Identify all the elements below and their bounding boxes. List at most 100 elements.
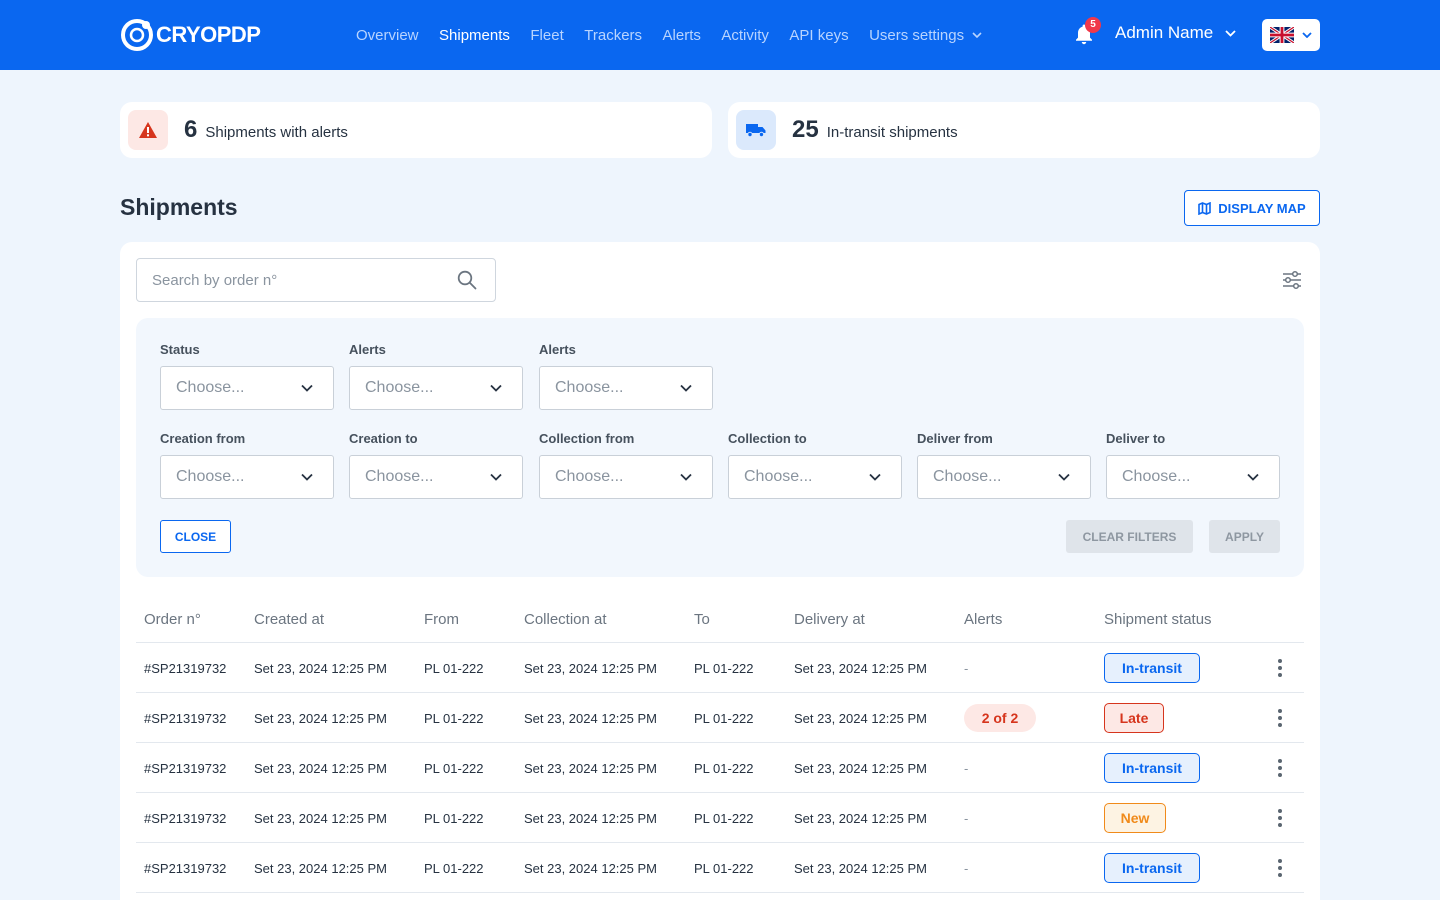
- filter-deliver-from-select[interactable]: Choose...: [917, 455, 1091, 499]
- cell-order[interactable]: #SP21319732: [144, 861, 226, 876]
- cell-order[interactable]: #SP21319732: [144, 761, 226, 776]
- stat-card-alerts: 6 Shipments with alerts: [120, 102, 712, 158]
- filter-alerts-2: Alerts Choose...: [539, 342, 713, 410]
- logo[interactable]: CRYOPDP: [120, 18, 261, 52]
- search-box: [136, 258, 496, 302]
- logo-icon: [121, 19, 153, 51]
- table-row[interactable]: #SP21319732 Set 23, 2024 12:25 PM PL 01-…: [136, 843, 1304, 893]
- nav-item-overview[interactable]: Overview: [356, 27, 419, 44]
- filter-alerts: Alerts Choose...: [349, 342, 523, 410]
- cell-order[interactable]: #SP21319732: [144, 811, 226, 826]
- row-actions-icon[interactable]: [1274, 859, 1286, 877]
- status-badge: In-transit: [1104, 653, 1200, 683]
- chevron-down-icon: [869, 473, 881, 481]
- cell-to: PL 01-222: [694, 761, 754, 776]
- cell-from: PL 01-222: [424, 661, 484, 676]
- row-actions-icon[interactable]: [1274, 659, 1286, 677]
- user-menu[interactable]: Admin Name: [1115, 23, 1236, 43]
- filter-select-value: Choose...: [555, 468, 624, 485]
- clear-filters-button[interactable]: CLEAR FILTERS: [1066, 520, 1193, 553]
- display-map-label: DISPLAY MAP: [1218, 200, 1306, 216]
- row-actions-icon[interactable]: [1274, 759, 1286, 777]
- filter-label: Collection to: [728, 431, 807, 446]
- column-header-order[interactable]: Order n°: [144, 611, 201, 628]
- column-header-from[interactable]: From: [424, 611, 459, 628]
- nav-item-alerts[interactable]: Alerts: [663, 27, 701, 44]
- chevron-down-icon: [972, 32, 982, 38]
- status-badge: In-transit: [1104, 753, 1200, 783]
- language-selector[interactable]: [1262, 19, 1320, 51]
- cell-delivery-at: Set 23, 2024 12:25 PM: [794, 761, 927, 776]
- filter-label: Alerts: [349, 342, 386, 357]
- row-actions-icon[interactable]: [1274, 709, 1286, 727]
- table-row[interactable]: #SP21319732 Set 23, 2024 12:25 PM PL 01-…: [136, 743, 1304, 793]
- filter-alerts-2-select[interactable]: Choose...: [539, 366, 713, 410]
- cell-alerts: -: [964, 811, 969, 826]
- filter-select-value: Choose...: [933, 468, 1002, 485]
- filter-select-value: Choose...: [365, 468, 434, 485]
- filter-alerts-select[interactable]: Choose...: [349, 366, 523, 410]
- alert-count-badge[interactable]: 2 of 2: [964, 704, 1036, 732]
- cell-from: PL 01-222: [424, 711, 484, 726]
- nav-item-users-settings[interactable]: Users settings: [869, 27, 982, 44]
- nav-item-fleet[interactable]: Fleet: [530, 27, 563, 44]
- filter-creation-to-select[interactable]: Choose...: [349, 455, 523, 499]
- table-header: Order n° Created at From Collection at T…: [136, 594, 1304, 643]
- filter-deliver-to: Deliver to Choose...: [1106, 431, 1280, 499]
- row-actions-icon[interactable]: [1274, 809, 1286, 827]
- cell-collection-at: Set 23, 2024 12:25 PM: [524, 761, 657, 776]
- chevron-down-icon: [301, 473, 313, 481]
- status-badge: Late: [1104, 703, 1164, 733]
- shipments-table: Order n° Created at From Collection at T…: [136, 594, 1304, 893]
- truck-icon: [746, 124, 766, 138]
- column-header-alerts[interactable]: Alerts: [964, 611, 1002, 628]
- stat-in-transit-value: 25: [792, 116, 819, 143]
- filter-label: Creation from: [160, 431, 246, 446]
- top-navigation-bar: CRYOPDP Overview Shipments Fleet Tracker…: [0, 0, 1440, 70]
- close-filters-button[interactable]: CLOSE: [160, 520, 231, 553]
- user-name: Admin Name: [1115, 23, 1214, 42]
- column-header-to[interactable]: To: [694, 611, 710, 628]
- table-row[interactable]: #SP21319732 Set 23, 2024 12:25 PM PL 01-…: [136, 643, 1304, 693]
- filter-select-value: Choose...: [176, 379, 245, 396]
- nav-item-trackers[interactable]: Trackers: [584, 27, 642, 44]
- nav-item-api-keys[interactable]: API keys: [789, 27, 848, 44]
- nav-item-shipments[interactable]: Shipments: [439, 27, 510, 44]
- filter-collection-to-select[interactable]: Choose...: [728, 455, 902, 499]
- search-input[interactable]: [152, 259, 442, 301]
- logo-text: CRYOPDP: [156, 22, 261, 47]
- filter-collection-from-select[interactable]: Choose...: [539, 455, 713, 499]
- cell-from: PL 01-222: [424, 811, 484, 826]
- filter-label: Deliver from: [917, 431, 993, 446]
- stat-in-transit-icon-box: [736, 110, 776, 150]
- cell-order[interactable]: #SP21319732: [144, 711, 226, 726]
- column-header-collection-at[interactable]: Collection at: [524, 611, 607, 628]
- cell-created-at: Set 23, 2024 12:25 PM: [254, 761, 387, 776]
- search-icon[interactable]: [457, 270, 477, 290]
- display-map-button[interactable]: DISPLAY MAP: [1184, 190, 1320, 226]
- cell-collection-at: Set 23, 2024 12:25 PM: [524, 861, 657, 876]
- chevron-down-icon: [490, 384, 502, 392]
- cell-to: PL 01-222: [694, 861, 754, 876]
- cell-collection-at: Set 23, 2024 12:25 PM: [524, 711, 657, 726]
- cell-delivery-at: Set 23, 2024 12:25 PM: [794, 811, 927, 826]
- filter-creation-from-select[interactable]: Choose...: [160, 455, 334, 499]
- filter-deliver-to-select[interactable]: Choose...: [1106, 455, 1280, 499]
- chevron-down-icon: [680, 473, 692, 481]
- column-header-created-at[interactable]: Created at: [254, 611, 324, 628]
- column-header-shipment-status[interactable]: Shipment status: [1104, 611, 1212, 628]
- filter-status: Status Choose...: [160, 342, 334, 410]
- column-header-delivery-at[interactable]: Delivery at: [794, 611, 865, 628]
- filter-settings-icon[interactable]: [1281, 269, 1303, 291]
- main-nav: Overview Shipments Fleet Trackers Alerts…: [356, 0, 1003, 70]
- filter-label: Deliver to: [1106, 431, 1166, 446]
- filter-status-select[interactable]: Choose...: [160, 366, 334, 410]
- table-row[interactable]: #SP21319732 Set 23, 2024 12:25 PM PL 01-…: [136, 693, 1304, 743]
- cell-order[interactable]: #SP21319732: [144, 661, 226, 676]
- chevron-down-icon: [490, 473, 502, 481]
- table-row[interactable]: #SP21319732 Set 23, 2024 12:25 PM PL 01-…: [136, 793, 1304, 843]
- nav-item-activity[interactable]: Activity: [721, 27, 769, 44]
- chevron-down-icon: [1247, 473, 1259, 481]
- apply-filters-button[interactable]: APPLY: [1209, 520, 1280, 553]
- notification-badge: 5: [1085, 17, 1101, 33]
